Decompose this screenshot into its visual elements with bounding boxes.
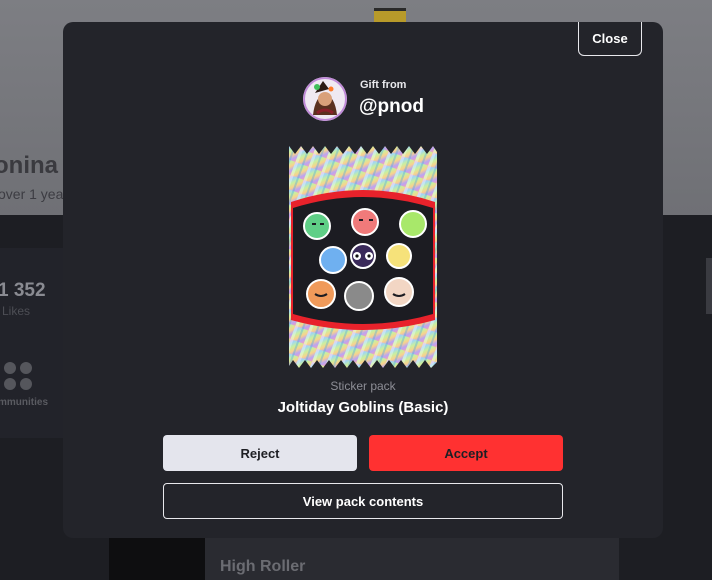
- sticker-pack-image: [287, 144, 439, 370]
- pack-name: Joltiday Goblins (Basic): [277, 399, 449, 416]
- sender-handle[interactable]: @pnod: [359, 96, 424, 118]
- background-card-thumbnail: [109, 538, 205, 580]
- sender-avatar[interactable]: [303, 77, 347, 121]
- reject-button[interactable]: Reject: [163, 435, 357, 471]
- profile-stats-panel: [0, 248, 66, 438]
- likes-label: Likes: [2, 304, 31, 318]
- pack-type-label: Sticker pack: [330, 379, 396, 393]
- gift-from-label: Gift from: [360, 79, 407, 91]
- accept-button[interactable]: Accept: [369, 435, 563, 471]
- gift-modal: Close Gift from @pnod Sticker pack Jolti…: [63, 22, 663, 538]
- profile-member-since: over 1 yea: [0, 186, 64, 202]
- profile-name: onina: [0, 152, 58, 179]
- background-side-element: [706, 258, 712, 314]
- view-pack-contents-button[interactable]: View pack contents: [163, 483, 563, 519]
- likes-count: 1 352: [0, 280, 46, 301]
- close-button[interactable]: Close: [578, 22, 642, 56]
- communities-label: mmunities: [0, 397, 49, 408]
- communities-icon: [4, 362, 32, 390]
- background-card-title: High Roller: [220, 558, 306, 575]
